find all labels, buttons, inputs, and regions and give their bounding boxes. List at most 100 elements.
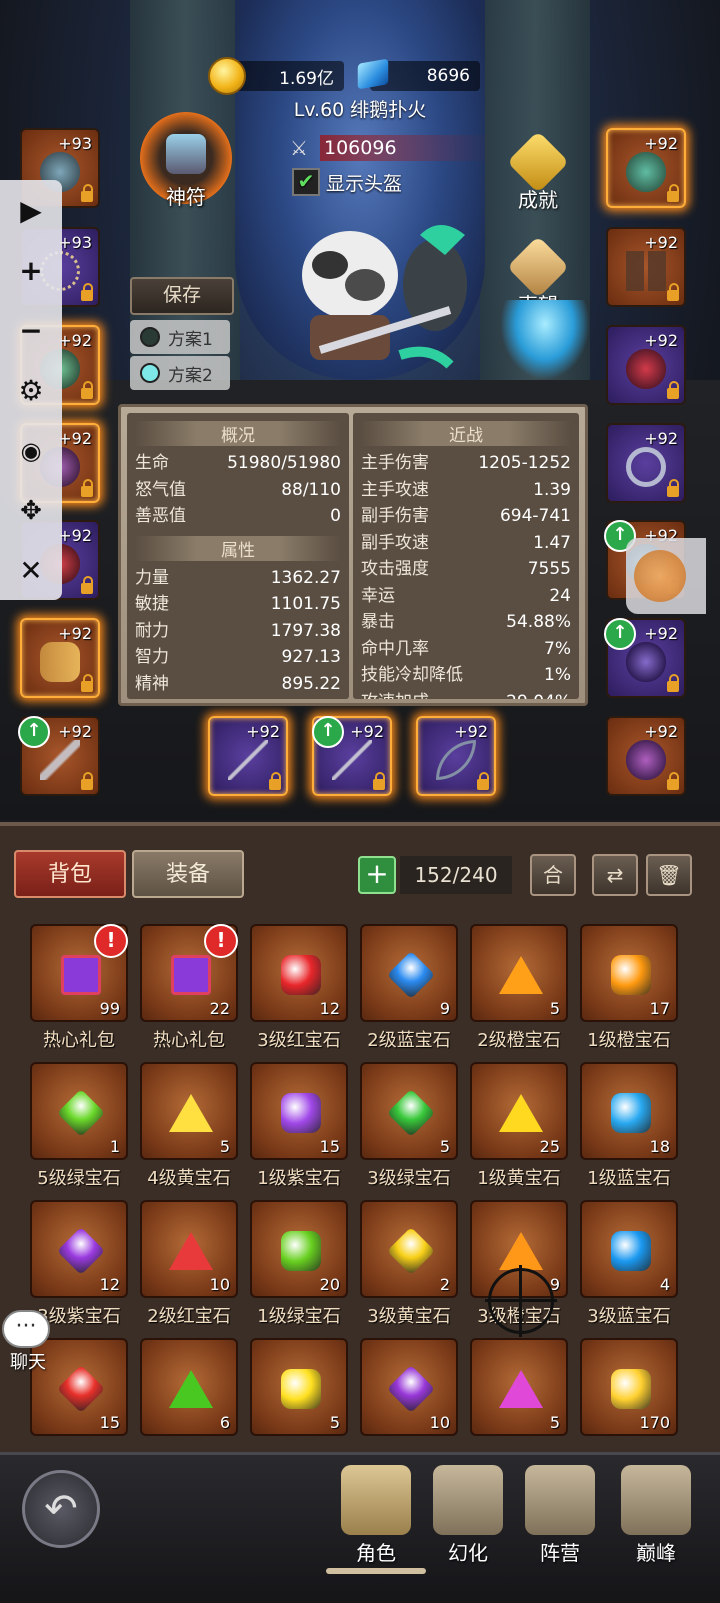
- bag-capacity: + 152/240: [358, 856, 512, 894]
- inventory-item[interactable]: 12: [30, 1200, 128, 1298]
- equip-slot-relic[interactable]: +92: [606, 716, 686, 796]
- eye-off-icon[interactable]: ◉: [14, 434, 48, 468]
- equip-slot-ring[interactable]: +92: [606, 423, 686, 503]
- plan-2-label: 方案2: [168, 365, 213, 386]
- inventory-item[interactable]: 12: [250, 924, 348, 1022]
- stat-row: 精神 895.22: [135, 673, 341, 694]
- merge-button[interactable]: 合: [530, 854, 576, 896]
- radio-icon: [140, 327, 160, 347]
- lock-icon: [667, 283, 679, 301]
- stats-left-column: 概况 生命 51980/51980 怒气值 88/110 善恶值 0 属性 力量 136…: [127, 413, 349, 699]
- lock-icon: [667, 674, 679, 692]
- crosshair-overlay: [485, 1265, 557, 1337]
- inventory-item[interactable]: 5: [470, 1338, 568, 1436]
- refresh-icon: ⇄: [606, 863, 624, 887]
- boots-icon: [626, 349, 666, 389]
- inventory-item[interactable]: 17: [580, 924, 678, 1022]
- chat-label: 聊天: [10, 1352, 46, 1373]
- lock-icon: [81, 283, 93, 301]
- inventory-item[interactable]: 5: [250, 1338, 348, 1436]
- plus-icon[interactable]: +: [14, 254, 48, 288]
- gem-icon: [56, 1226, 106, 1276]
- nav-faction[interactable]: 阵营: [514, 1465, 606, 1566]
- item-name: 1级黄宝石: [477, 1168, 561, 1189]
- equip-slot-legs[interactable]: +92: [606, 227, 686, 307]
- item-count: 10: [209, 1275, 230, 1294]
- lock-icon: [667, 772, 679, 790]
- nav-peak[interactable]: 巅峰: [610, 1465, 702, 1566]
- plan-2-button[interactable]: 方案2: [130, 356, 230, 390]
- assist-icon: [634, 550, 686, 602]
- stat-row: 敏捷 1101.75: [135, 594, 341, 614]
- gear-icon[interactable]: ⚙: [14, 374, 48, 408]
- back-button[interactable]: ↶: [22, 1470, 100, 1548]
- power-value: 106096: [324, 137, 397, 159]
- inventory-item[interactable]: ! 22: [140, 924, 238, 1022]
- helmet-icon: [341, 1465, 411, 1535]
- weapon-slot-main-hand[interactable]: +92: [208, 716, 288, 796]
- inventory-item[interactable]: 9: [360, 924, 458, 1022]
- checkbox-checked-icon[interactable]: ✔: [292, 168, 320, 196]
- equip-slot-wrist[interactable]: +92: [20, 618, 100, 698]
- stat-row: 善恶值 0: [135, 506, 341, 526]
- inventory-item[interactable]: 10: [360, 1338, 458, 1436]
- inventory-item[interactable]: 20: [250, 1200, 348, 1298]
- inventory-item[interactable]: 5: [470, 924, 568, 1022]
- item-name: 3级黄宝石: [367, 1306, 451, 1327]
- lock-icon: [477, 772, 489, 790]
- nav-transmog[interactable]: 幻化: [422, 1465, 514, 1566]
- blue-flame-pedestal: [500, 300, 590, 380]
- lock-icon: [81, 381, 93, 399]
- gem-icon: [169, 1094, 213, 1132]
- expand-bag-button[interactable]: +: [358, 856, 396, 894]
- minus-icon[interactable]: −: [14, 314, 48, 348]
- lock-icon: [81, 576, 93, 594]
- artifact-button[interactable]: 神符: [140, 112, 232, 209]
- tab-bag[interactable]: 背包: [14, 850, 126, 898]
- inventory-item[interactable]: 170: [580, 1338, 678, 1436]
- close-icon[interactable]: ✕: [14, 554, 48, 588]
- inventory-item[interactable]: 18: [580, 1062, 678, 1160]
- achievement-button[interactable]: 成就: [488, 130, 588, 213]
- inventory-item[interactable]: 2: [360, 1200, 458, 1298]
- move-icon[interactable]: ✥: [14, 494, 48, 528]
- trash-icon: 🗑: [656, 863, 682, 887]
- pants-icon: [626, 251, 666, 291]
- show-helmet-toggle[interactable]: ✔ 显示头盔: [292, 168, 402, 196]
- stats-right-column[interactable]: 近战 主手伤害 1205-1252 主手攻速 1.39 副手伤害 694-741 副手…: [353, 413, 579, 699]
- save-button[interactable]: 保存: [130, 277, 234, 315]
- inventory-item[interactable]: 10: [140, 1200, 238, 1298]
- artifact-icon: [166, 134, 206, 174]
- inventory-item[interactable]: 5: [360, 1062, 458, 1160]
- gift-box-icon: [171, 955, 211, 995]
- gem-icon: [499, 1094, 543, 1132]
- discard-button[interactable]: 🗑: [646, 854, 692, 896]
- inventory-item[interactable]: 1: [30, 1062, 128, 1160]
- lock-icon: [81, 479, 93, 497]
- weapon-slot-ranged[interactable]: +92: [416, 716, 496, 796]
- stat-row: 暴击 54.88%: [361, 612, 571, 632]
- nav-character[interactable]: 角色: [326, 1465, 426, 1574]
- tab-equipment[interactable]: 装备: [132, 850, 244, 898]
- radio-selected-icon: [140, 363, 160, 383]
- inventory-item[interactable]: 5: [140, 1062, 238, 1160]
- equip-slot-gloves[interactable]: +92: [606, 128, 686, 208]
- gem-icon: [611, 1093, 651, 1133]
- inventory-item[interactable]: 4: [580, 1200, 678, 1298]
- item-name: 1级紫宝石: [257, 1168, 341, 1189]
- inventory-item[interactable]: 6: [140, 1338, 238, 1436]
- inventory-item[interactable]: ! 99: [30, 924, 128, 1022]
- inventory-item[interactable]: 15: [250, 1062, 348, 1160]
- play-icon[interactable]: ▶: [14, 194, 48, 228]
- stat-row: 幸运 24: [361, 585, 571, 606]
- inventory-item[interactable]: 25: [470, 1062, 568, 1160]
- floating-assist-button[interactable]: [626, 538, 706, 614]
- item-name: 2级橙宝石: [477, 1030, 561, 1051]
- artifact-label: 神符: [166, 185, 206, 209]
- lock-icon: [667, 479, 679, 497]
- equip-slot-feet[interactable]: +92: [606, 325, 686, 405]
- plan-1-button[interactable]: 方案1: [130, 320, 230, 354]
- sort-refresh-button[interactable]: ⇄: [592, 854, 638, 896]
- lock-icon: [81, 184, 93, 202]
- chat-button[interactable]: ··· 聊天: [2, 1310, 54, 1374]
